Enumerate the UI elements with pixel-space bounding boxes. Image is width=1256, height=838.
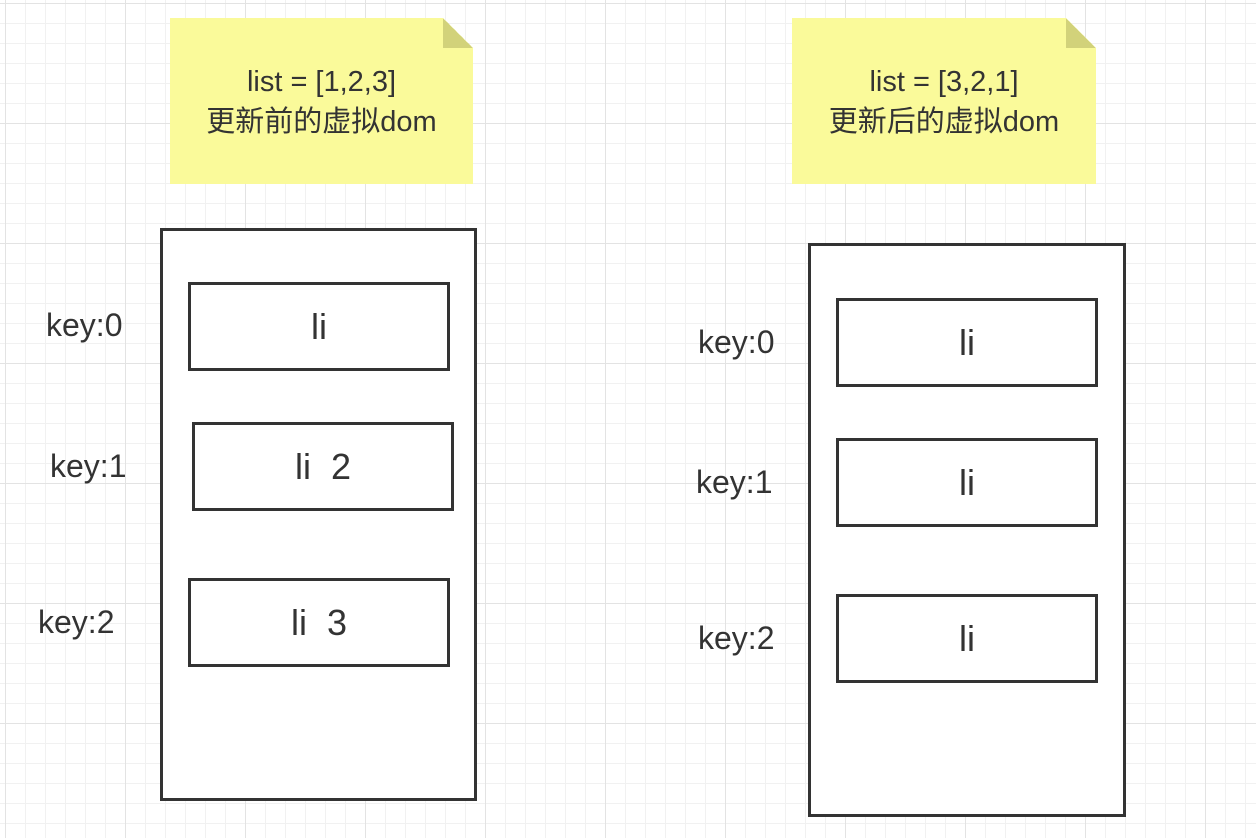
before-li-node: li 3 <box>188 578 450 667</box>
before-note: list = [1,2,3] 更新前的虚拟dom <box>170 18 473 184</box>
before-key-label: key:1 <box>50 448 127 484</box>
before-li-node: li <box>188 282 450 371</box>
note-fold <box>443 18 473 48</box>
note-fold <box>1066 18 1096 48</box>
before-note-caption: 更新前的虚拟dom <box>206 106 437 138</box>
before-key-label: key:0 <box>46 307 123 343</box>
before-note-list: list = [1,2,3] <box>246 66 397 98</box>
after-note: list = [3,2,1] 更新后的虚拟dom <box>792 18 1096 184</box>
diagram-canvas: list = [1,2,3] 更新前的虚拟dom list = [3,2,1] … <box>0 0 1256 838</box>
after-li-node: li <box>836 298 1098 387</box>
before-key-label: key:2 <box>38 604 115 640</box>
after-key-label: key:2 <box>698 620 775 656</box>
after-key-label: key:1 <box>696 464 773 500</box>
after-note-caption: 更新后的虚拟dom <box>828 106 1060 138</box>
before-li-node: li 2 <box>192 422 454 511</box>
after-key-label: key:0 <box>698 324 775 360</box>
after-li-node: li <box>836 438 1098 527</box>
after-li-node: li <box>836 594 1098 683</box>
after-note-list: list = [3,2,1] <box>869 66 1019 98</box>
